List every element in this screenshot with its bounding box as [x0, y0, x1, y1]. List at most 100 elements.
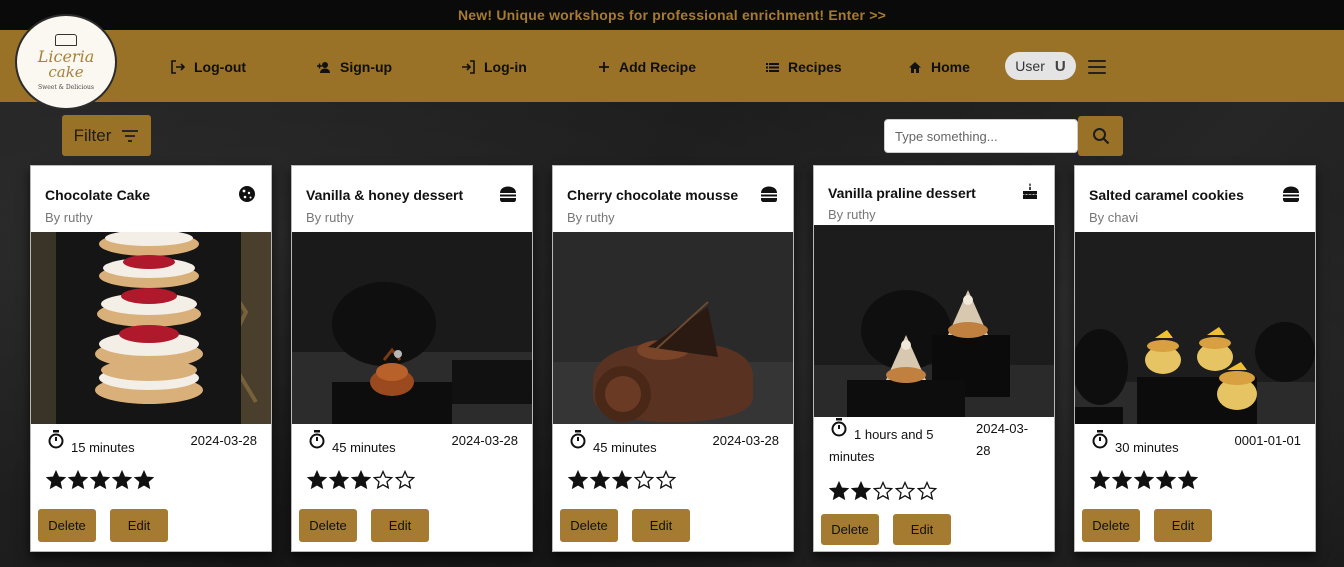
recipe-time: 45 minutes — [332, 440, 396, 455]
announcement-bar[interactable]: New! Unique workshops for professional e… — [0, 0, 1344, 30]
recipe-date: 0001-01-01 — [1234, 433, 1302, 448]
star-filled-icon — [590, 470, 610, 490]
list-icon — [766, 62, 779, 72]
plus-icon — [599, 62, 609, 72]
star-filled-icon — [1112, 470, 1132, 490]
recipe-date-line2: 28 — [976, 443, 991, 458]
recipe-image[interactable] — [1075, 232, 1315, 424]
star-filled-icon — [1178, 470, 1198, 490]
recipe-date: 2024-03-28 — [451, 433, 519, 448]
star-empty-icon — [656, 470, 676, 490]
recipe-card[interactable]: Vanilla & honey dessert By ruthy 45 minu… — [291, 165, 533, 552]
user-plus-icon — [317, 61, 330, 73]
nav-add-recipe-label: Add Recipe — [619, 59, 697, 75]
recipe-title[interactable]: Salted caramel cookies — [1089, 187, 1244, 203]
delete-button[interactable]: Delete — [299, 509, 357, 542]
nav-recipes[interactable]: Recipes — [766, 57, 842, 77]
rating-stars — [568, 470, 676, 490]
edit-button[interactable]: Edit — [1154, 509, 1212, 542]
recipe-image[interactable] — [31, 232, 271, 424]
star-filled-icon — [612, 470, 632, 490]
user-menu-button[interactable]: User U — [1005, 52, 1076, 80]
star-filled-icon — [568, 470, 588, 490]
recipe-time-line1: 1 hours and 5 — [854, 427, 934, 442]
recipe-time-line2: minutes — [829, 449, 875, 464]
recipe-image[interactable] — [553, 232, 793, 424]
nav-logout-label: Log-out — [194, 59, 247, 75]
recipe-card[interactable]: Vanilla praline dessert By ruthy 1 hours… — [813, 165, 1055, 552]
logo-tagline: Sweet & Delicious — [38, 83, 94, 91]
recipe-image[interactable] — [814, 225, 1054, 417]
rating-stars — [307, 470, 415, 490]
star-empty-icon — [895, 481, 915, 501]
recipe-image[interactable] — [292, 232, 532, 424]
announcement-text[interactable]: New! Unique workshops for professional e… — [458, 7, 886, 23]
delete-button[interactable]: Delete — [560, 509, 618, 542]
nav-add-recipe[interactable]: Add Recipe — [598, 57, 696, 77]
star-filled-icon — [329, 470, 349, 490]
filter-label: Filter — [73, 125, 112, 145]
search-input[interactable] — [884, 119, 1078, 153]
edit-button[interactable]: Edit — [893, 514, 951, 545]
nav-login[interactable]: Log-in — [461, 57, 527, 77]
nav-home-label: Home — [931, 59, 970, 75]
logout-icon — [171, 60, 185, 74]
edit-button[interactable]: Edit — [110, 509, 168, 542]
logo-text-line2: cake — [48, 62, 84, 81]
rating-stars — [1090, 470, 1198, 490]
nav-logout[interactable]: Log-out — [171, 57, 246, 77]
recipe-time: 45 minutes — [593, 440, 657, 455]
star-filled-icon — [112, 470, 132, 490]
star-filled-icon — [829, 481, 849, 501]
recipe-date: 2024-03-28 — [190, 433, 258, 448]
recipe-author: By ruthy — [567, 210, 615, 225]
recipe-time: 30 minutes — [1115, 440, 1179, 455]
recipe-card[interactable]: Salted caramel cookies By chavi 30 minut… — [1074, 165, 1316, 552]
stopwatch-icon — [48, 430, 64, 449]
star-filled-icon — [1134, 470, 1154, 490]
recipe-card[interactable]: Cherry chocolate mousse By ruthy 45 minu… — [552, 165, 794, 552]
rating-stars — [46, 470, 154, 490]
nav-signup-label: Sign-up — [340, 59, 393, 75]
user-avatar-initial: U — [1054, 57, 1066, 75]
stopwatch-icon — [309, 430, 325, 449]
edit-button[interactable]: Edit — [371, 509, 429, 542]
star-filled-icon — [851, 481, 871, 501]
star-filled-icon — [351, 470, 371, 490]
stopwatch-icon — [831, 418, 847, 437]
hamburger-menu-icon[interactable] — [1088, 60, 1106, 74]
recipe-title[interactable]: Cherry chocolate mousse — [567, 187, 738, 203]
recipe-author: By ruthy — [45, 210, 93, 225]
star-empty-icon — [395, 470, 415, 490]
birthday-cake-icon — [1023, 183, 1037, 199]
star-filled-icon — [134, 470, 154, 490]
star-filled-icon — [68, 470, 88, 490]
star-filled-icon — [1156, 470, 1176, 490]
nav-home[interactable]: Home — [908, 57, 970, 77]
filter-icon — [122, 129, 139, 142]
nav-recipes-label: Recipes — [788, 59, 842, 75]
recipe-author: By ruthy — [828, 207, 876, 222]
star-empty-icon — [917, 481, 937, 501]
recipe-title[interactable]: Chocolate Cake — [45, 187, 150, 203]
burger-icon — [1283, 186, 1299, 202]
burger-icon — [761, 186, 777, 202]
search-icon — [1092, 128, 1109, 145]
search-button[interactable] — [1078, 116, 1123, 156]
nav-login-label: Log-in — [484, 59, 527, 75]
delete-button[interactable]: Delete — [1082, 509, 1140, 542]
recipe-author: By chavi — [1089, 210, 1139, 225]
stopwatch-icon — [570, 430, 586, 449]
edit-button[interactable]: Edit — [632, 509, 690, 542]
star-filled-icon — [1090, 470, 1110, 490]
delete-button[interactable]: Delete — [38, 509, 96, 542]
recipe-title[interactable]: Vanilla praline dessert — [828, 185, 976, 201]
filter-button[interactable]: Filter — [62, 115, 151, 156]
site-logo[interactable]: Liceria cake Sweet & Delicious — [15, 14, 117, 110]
nav-signup[interactable]: Sign-up — [316, 57, 392, 77]
star-empty-icon — [373, 470, 393, 490]
home-icon — [909, 61, 921, 73]
recipe-title[interactable]: Vanilla & honey dessert — [306, 187, 463, 203]
recipe-card[interactable]: Chocolate Cake By ruthy 15 minutes 2024-… — [30, 165, 272, 552]
delete-button[interactable]: Delete — [821, 514, 879, 545]
